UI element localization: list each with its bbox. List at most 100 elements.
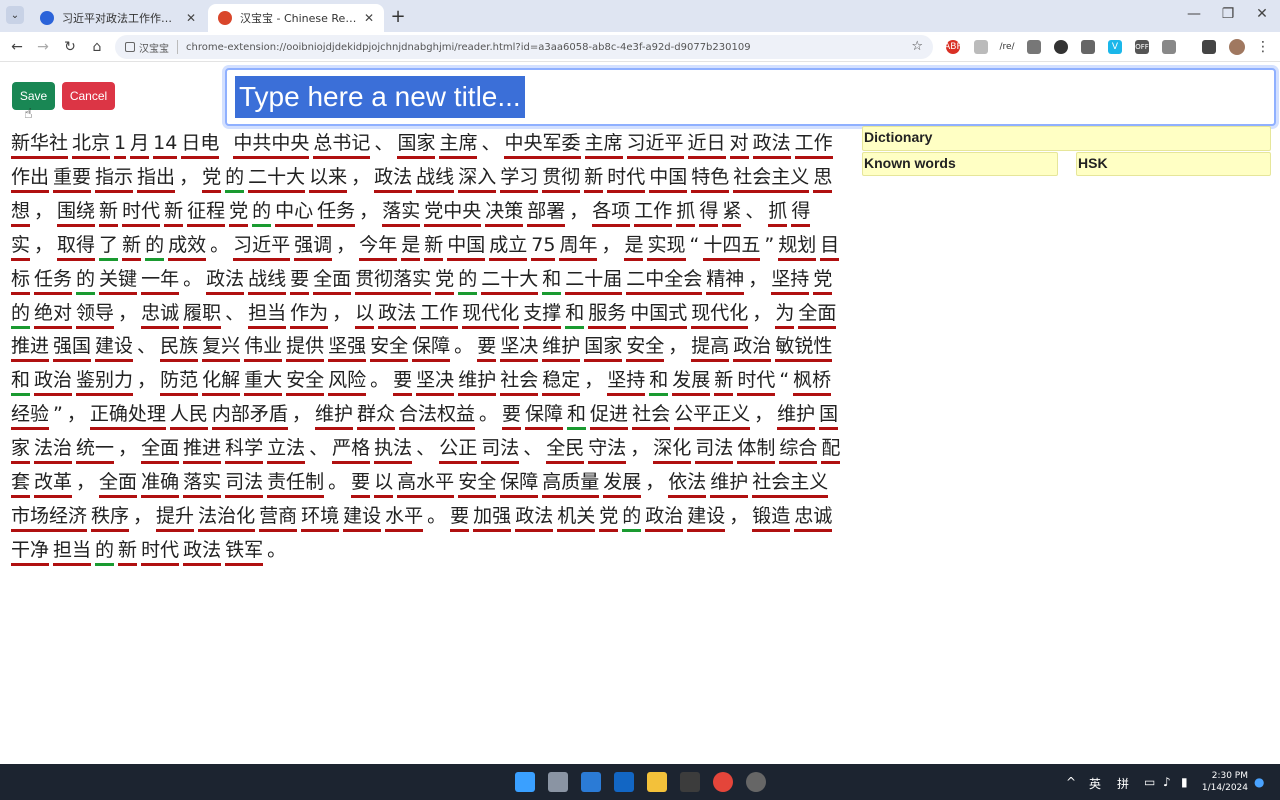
word-token[interactable]: 习近平 xyxy=(626,132,684,159)
word-token[interactable]: 二十届 xyxy=(565,267,623,295)
url-text[interactable]: chrome-extension://ooibniojdjdekidpjojch… xyxy=(186,42,751,53)
puzzle-icon[interactable] xyxy=(1162,40,1176,54)
word-token[interactable]: 和 xyxy=(11,369,31,397)
word-token[interactable]: 发展 xyxy=(603,471,642,499)
word-token[interactable]: 政治 xyxy=(733,335,772,363)
word-token[interactable]: 对 xyxy=(729,132,749,159)
word-token[interactable]: 司法 xyxy=(481,437,520,465)
tab-chinese-reader[interactable]: 汉宝宝 - Chinese Reader ✕ xyxy=(208,4,384,32)
word-token[interactable]: 近日 xyxy=(687,132,726,159)
word-token[interactable]: 十四五 xyxy=(703,233,761,261)
word-token[interactable]: 中国 xyxy=(649,165,688,193)
word-token[interactable]: 政法 xyxy=(752,132,791,159)
word-token[interactable]: 保障 xyxy=(525,403,564,431)
word-token[interactable]: 党 xyxy=(202,165,222,193)
word-token[interactable]: 重要 xyxy=(53,165,92,193)
word-token[interactable]: 绝对 xyxy=(34,301,73,329)
word-token[interactable]: 要 xyxy=(351,471,371,499)
close-icon[interactable]: ✕ xyxy=(186,11,196,25)
word-token[interactable]: 征程 xyxy=(187,199,226,227)
ime-indicator[interactable]: 拼 xyxy=(1117,775,1129,792)
app-icon[interactable] xyxy=(746,772,766,792)
word-token[interactable]: 北京 xyxy=(72,132,111,159)
word-token[interactable]: 强国 xyxy=(53,335,92,363)
word-token[interactable]: 体制 xyxy=(737,437,776,465)
more-menu-icon[interactable]: ⋮ xyxy=(1256,39,1270,55)
word-token[interactable]: 为 xyxy=(775,301,795,329)
word-token[interactable]: 全民 xyxy=(546,437,585,465)
word-token[interactable]: 贯彻 xyxy=(542,165,581,193)
word-token[interactable]: 市场经济 xyxy=(11,504,88,532)
word-token[interactable]: 环境 xyxy=(301,504,340,532)
word-token[interactable]: 安全 xyxy=(626,335,665,363)
word-token[interactable]: 坚持 xyxy=(771,267,810,295)
cancel-button[interactable]: Cancel xyxy=(62,82,115,110)
word-token[interactable]: 任务 xyxy=(317,199,356,227)
word-token[interactable]: 政法 xyxy=(378,301,417,329)
word-token[interactable]: 政法 xyxy=(206,267,245,295)
word-token[interactable]: 战线 xyxy=(416,165,455,193)
word-token[interactable]: 得 xyxy=(791,199,811,227)
word-token[interactable]: 枫桥 xyxy=(793,369,832,397)
word-token[interactable]: 和 xyxy=(542,267,562,295)
word-token[interactable]: 干净 xyxy=(11,538,50,566)
word-token[interactable]: 和 xyxy=(567,403,587,431)
outlook-icon[interactable] xyxy=(614,772,634,792)
word-token[interactable]: 提高 xyxy=(691,335,730,363)
word-token[interactable]: 工作 xyxy=(420,301,459,329)
word-token[interactable]: 司法 xyxy=(695,437,734,465)
word-token[interactable]: 民族 xyxy=(160,335,199,363)
word-token[interactable]: 时代 xyxy=(141,538,180,566)
battery-icon[interactable]: ▮ xyxy=(1181,775,1188,789)
layers-icon[interactable] xyxy=(974,40,988,54)
word-token[interactable]: 新 xyxy=(584,165,604,193)
word-token[interactable]: 新 xyxy=(714,369,734,397)
task-view-icon[interactable] xyxy=(548,772,568,792)
close-icon[interactable]: ✕ xyxy=(364,11,374,25)
word-token[interactable]: 担当 xyxy=(53,538,92,566)
word-token[interactable]: 营商 xyxy=(259,504,298,532)
forward-button[interactable]: → xyxy=(34,38,52,56)
word-token[interactable]: 高质量 xyxy=(542,471,600,499)
word-token[interactable]: 落实 xyxy=(183,471,222,499)
word-token[interactable]: 的 xyxy=(622,504,642,532)
word-token[interactable]: 新 xyxy=(424,233,444,261)
abp-icon[interactable]: ABP xyxy=(944,40,962,54)
restore-button[interactable]: ❐ xyxy=(1218,6,1238,22)
word-token[interactable]: 群众 xyxy=(356,403,395,431)
word-token[interactable]: 强调 xyxy=(294,233,333,261)
start-icon[interactable] xyxy=(515,772,535,792)
word-token[interactable]: 学习 xyxy=(500,165,539,193)
word-token[interactable]: 新华社 xyxy=(11,132,69,159)
word-token[interactable]: 14 xyxy=(153,132,178,159)
word-token[interactable]: 安全 xyxy=(458,471,497,499)
word-token[interactable]: 的 xyxy=(225,165,245,193)
word-token[interactable]: 社会 xyxy=(500,369,539,397)
word-token[interactable]: 工作 xyxy=(794,132,833,159)
notification-icon[interactable]: ● xyxy=(1254,775,1264,789)
word-token[interactable]: 精神 xyxy=(706,267,745,295)
word-token[interactable]: 伟业 xyxy=(244,335,283,363)
word-token[interactable]: 的 xyxy=(145,233,165,261)
word-token[interactable]: 合法权益 xyxy=(398,403,475,431)
word-token[interactable]: 主席 xyxy=(584,132,623,159)
word-token[interactable]: 统一 xyxy=(76,437,115,465)
vscode-icon[interactable] xyxy=(581,772,601,792)
save-button[interactable]: Save xyxy=(12,82,55,110)
address-bar[interactable]: 汉宝宝 chrome-extension://ooibniojdjdekidpj… xyxy=(115,35,933,59)
word-token[interactable]: 政法 xyxy=(515,504,554,532)
word-token[interactable]: 成效 xyxy=(168,233,207,261)
word-token[interactable]: 总书记 xyxy=(313,132,371,159)
network-icon[interactable]: ▭ xyxy=(1144,775,1155,789)
word-token[interactable]: 政法 xyxy=(374,165,413,193)
word-token[interactable]: 铁军 xyxy=(225,538,264,566)
title-input-value[interactable]: Type here a new title... xyxy=(235,76,525,118)
chat-icon[interactable] xyxy=(1054,40,1068,54)
word-token[interactable]: 人民 xyxy=(169,403,208,431)
chrome-icon[interactable] xyxy=(713,772,733,792)
word-token[interactable]: 政治 xyxy=(645,504,684,532)
word-token[interactable]: 的 xyxy=(76,267,96,295)
word-token[interactable]: 维护 xyxy=(458,369,497,397)
word-token[interactable]: 严格 xyxy=(332,437,371,465)
word-token[interactable]: 国家 xyxy=(397,132,436,159)
